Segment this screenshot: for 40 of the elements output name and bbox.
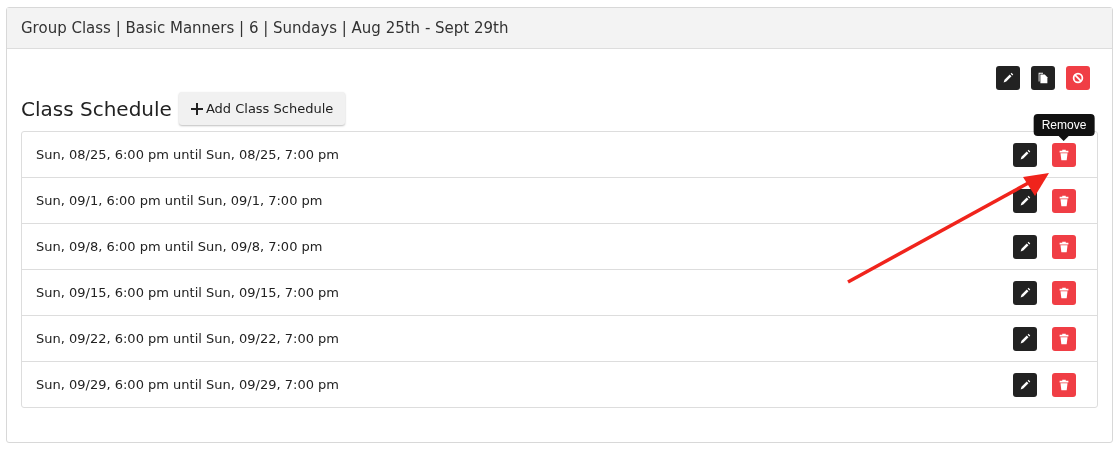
- schedule-entry: Sun, 08/25, 6:00 pm until Sun, 08/25, 7:00 pm: [36, 147, 340, 162]
- disable-button[interactable]: [1066, 66, 1090, 90]
- remove-button[interactable]: [1052, 326, 1076, 351]
- remove-button[interactable]: [1052, 234, 1076, 259]
- ban-icon: [1071, 71, 1085, 85]
- edit-button[interactable]: [1013, 234, 1037, 259]
- pencil-icon: [1018, 331, 1032, 346]
- tooltip: Remove: [1033, 113, 1095, 141]
- section-title: Class Schedule: [21, 96, 172, 121]
- schedule-entry: Sun, 09/22, 6:00 pm until Sun, 09/22, 7:00 pm: [36, 331, 340, 346]
- trash-icon: [1057, 285, 1071, 300]
- trash-icon: [1057, 239, 1071, 254]
- edit-button[interactable]: [1013, 326, 1037, 351]
- trash-icon: [1057, 193, 1071, 208]
- pencil-icon: [1018, 147, 1032, 162]
- edit-button[interactable]: [1013, 142, 1037, 167]
- schedule-entry: Sun, 09/29, 6:00 pm until Sun, 09/29, 7:00 pm: [36, 377, 340, 392]
- remove-button[interactable]: [1052, 280, 1076, 305]
- trash-icon: [1057, 331, 1071, 346]
- trash-icon: [1057, 147, 1071, 162]
- pencil-icon: [1018, 377, 1032, 392]
- pencil-icon: [1001, 71, 1015, 85]
- trash-icon: [1057, 377, 1071, 392]
- copy-icon: [1036, 71, 1050, 85]
- pencil-icon: [1018, 239, 1032, 254]
- copy-button[interactable]: [1031, 66, 1055, 90]
- schedule-entry: Sun, 09/15, 6:00 pm until Sun, 09/15, 7:00 pm: [36, 285, 340, 300]
- schedule-entry: Sun, 09/8, 6:00 pm until Sun, 09/8, 7:00 pm: [36, 239, 324, 254]
- remove-button[interactable]: [1052, 188, 1076, 213]
- remove-button[interactable]: [1052, 142, 1076, 167]
- pencil-icon: [1018, 285, 1032, 300]
- schedule-entry: Sun, 09/1, 6:00 pm until Sun, 09/1, 7:00 pm: [36, 193, 324, 208]
- panel-title: Group Class | Basic Manners | 6 | Sundays | Aug 25th - Sept 29th: [21, 19, 509, 37]
- edit-button[interactable]: [996, 66, 1020, 90]
- edit-button[interactable]: [1013, 372, 1037, 397]
- add-schedule-button[interactable]: Add Class Schedule: [178, 92, 346, 125]
- remove-button[interactable]: [1052, 372, 1076, 397]
- plus-icon: [190, 102, 203, 115]
- edit-button[interactable]: [1013, 280, 1037, 305]
- pencil-icon: [1018, 193, 1032, 208]
